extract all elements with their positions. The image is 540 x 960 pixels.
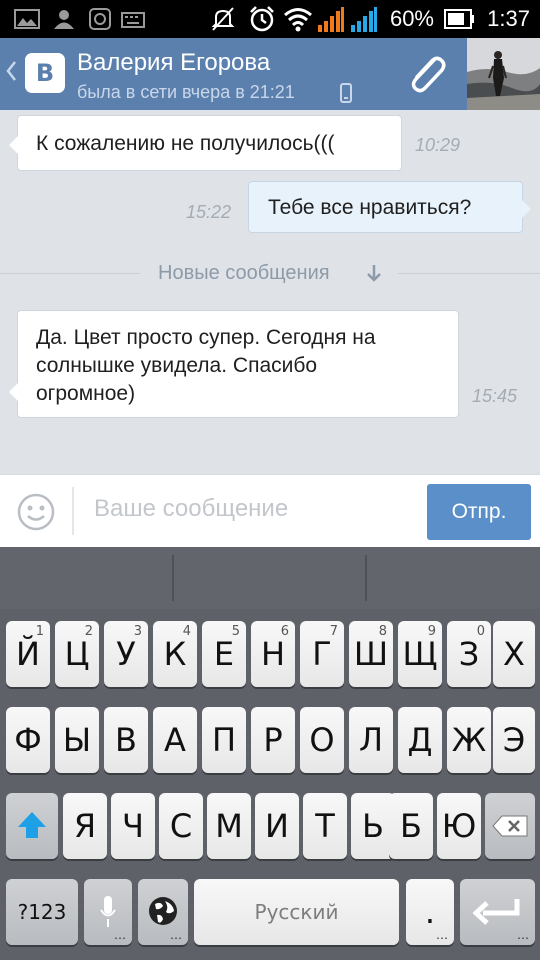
signal-blue-icon (351, 7, 377, 32)
camera-icon (89, 8, 111, 30)
key[interactable]: Э (493, 707, 535, 773)
chevron-left-icon[interactable] (5, 60, 17, 82)
mic-icon (100, 896, 116, 927)
key[interactable]: С (159, 793, 203, 859)
contact-name[interactable]: Валерия Егорова (77, 49, 270, 77)
avatar-photo (467, 38, 540, 110)
paperclip-icon[interactable] (404, 52, 448, 96)
send-button[interactable]: Отпр. (427, 484, 531, 540)
battery-icon (444, 9, 474, 29)
message-composer: Ваше сообщение Отпр. (0, 474, 540, 547)
conversation-header: В Валерия Егорова была в сети вчера в 21… (0, 38, 540, 110)
message-time: 15:45 (472, 386, 518, 406)
key[interactable]: Г7 (300, 621, 344, 687)
enter-icon (473, 899, 520, 925)
message-list[interactable]: К сожалению не получилось((( 10:29 15:22… (0, 110, 540, 474)
phone-icon (340, 83, 352, 103)
language-key[interactable]: … (138, 879, 188, 945)
message-bubble-incoming[interactable]: К сожалению не получилось((( (9, 115, 402, 171)
key[interactable]: Ч (111, 793, 155, 859)
shift-icon (18, 812, 46, 838)
key[interactable]: Й1 (6, 621, 50, 687)
key[interactable]: Ц2 (55, 621, 99, 687)
message-text: К сожалению не получилось((( (36, 132, 335, 155)
key[interactable]: Р (251, 707, 295, 773)
last-seen-status: была в сети вчера в 21:21 (77, 82, 295, 102)
divider-line (0, 273, 140, 274)
message-text: Тебе все нравиться? (268, 196, 472, 219)
message-text-line: солнышке увидела. Спасибо (36, 354, 318, 377)
status-bar: 60% 1:37 (0, 0, 540, 38)
message-text-line: огромное) (36, 382, 136, 405)
mic-key[interactable]: … (84, 879, 132, 945)
message-bubble-incoming[interactable]: Да. Цвет просто супер. Сегодня на солныш… (9, 310, 459, 418)
shift-key[interactable] (6, 793, 58, 859)
key[interactable]: Т (303, 793, 347, 859)
avatar[interactable] (467, 38, 540, 110)
key[interactable]: Б (389, 793, 433, 859)
key[interactable]: В (104, 707, 148, 773)
image-icon (14, 9, 40, 29)
key[interactable]: П (202, 707, 246, 773)
keyboard-icon (121, 12, 145, 28)
space-bar[interactable]: Русский (194, 879, 399, 945)
key[interactable]: Д (398, 707, 442, 773)
key[interactable]: Ы (55, 707, 99, 773)
backspace-key[interactable] (485, 793, 535, 859)
alarm-icon (250, 6, 274, 32)
wifi-icon (284, 8, 312, 32)
backspace-icon (492, 815, 528, 837)
message-input[interactable]: Ваше сообщение (94, 495, 288, 523)
message-bubble-outgoing[interactable]: Тебе все нравиться? (248, 181, 531, 233)
period-key[interactable]: .… (406, 879, 454, 945)
key[interactable]: У3 (104, 621, 148, 687)
emoji-icon[interactable] (17, 493, 55, 531)
new-messages-divider: Новые сообщения (158, 262, 330, 284)
bubble-tail (522, 200, 531, 218)
key[interactable]: Ш8 (349, 621, 393, 687)
mute-icon (211, 7, 235, 31)
key[interactable]: Щ9 (398, 621, 442, 687)
key[interactable]: М (207, 793, 251, 859)
key[interactable]: Ф (6, 707, 50, 773)
arrow-down-icon (367, 265, 381, 282)
on-screen-keyboard: Й1 Ц2 У3 К4 Е5 Н6 Г7 Ш8 Щ9 З0 Х Ф Ы В А … (0, 547, 540, 960)
symbols-key[interactable]: ?123 (6, 879, 78, 945)
suggestion-separator (172, 555, 174, 601)
bubble-tail (9, 383, 18, 401)
divider-line (398, 273, 540, 274)
key[interactable]: О (300, 707, 344, 773)
key[interactable]: К4 (153, 621, 197, 687)
key[interactable]: А (153, 707, 197, 773)
clock: 1:37 (487, 6, 530, 31)
globe-icon (149, 897, 177, 925)
input-separator (72, 487, 74, 535)
key[interactable]: Ж (447, 707, 491, 773)
message-time: 15:22 (186, 202, 232, 222)
key[interactable]: Е5 (202, 621, 246, 687)
message-time: 10:29 (415, 135, 461, 155)
bubble-tail (9, 136, 18, 154)
key[interactable]: Л (349, 707, 393, 773)
key[interactable]: Ю (437, 793, 481, 859)
key[interactable]: Н6 (251, 621, 295, 687)
battery-percent: 60% (389, 6, 434, 31)
message-text-line: Да. Цвет просто супер. Сегодня на (36, 326, 376, 349)
enter-key[interactable]: … (460, 879, 535, 945)
key[interactable]: З0 (447, 621, 491, 687)
key[interactable]: И (255, 793, 299, 859)
key[interactable]: Я (63, 793, 107, 859)
person-icon (54, 10, 74, 29)
suggestion-bar[interactable] (0, 547, 540, 609)
suggestion-separator (365, 555, 367, 601)
app-logo[interactable]: В (25, 53, 65, 93)
signal-orange-icon (318, 7, 344, 32)
key[interactable]: Х (493, 621, 535, 687)
message-text: Да. Цвет просто супер. Сегодня на солныш… (36, 324, 376, 408)
